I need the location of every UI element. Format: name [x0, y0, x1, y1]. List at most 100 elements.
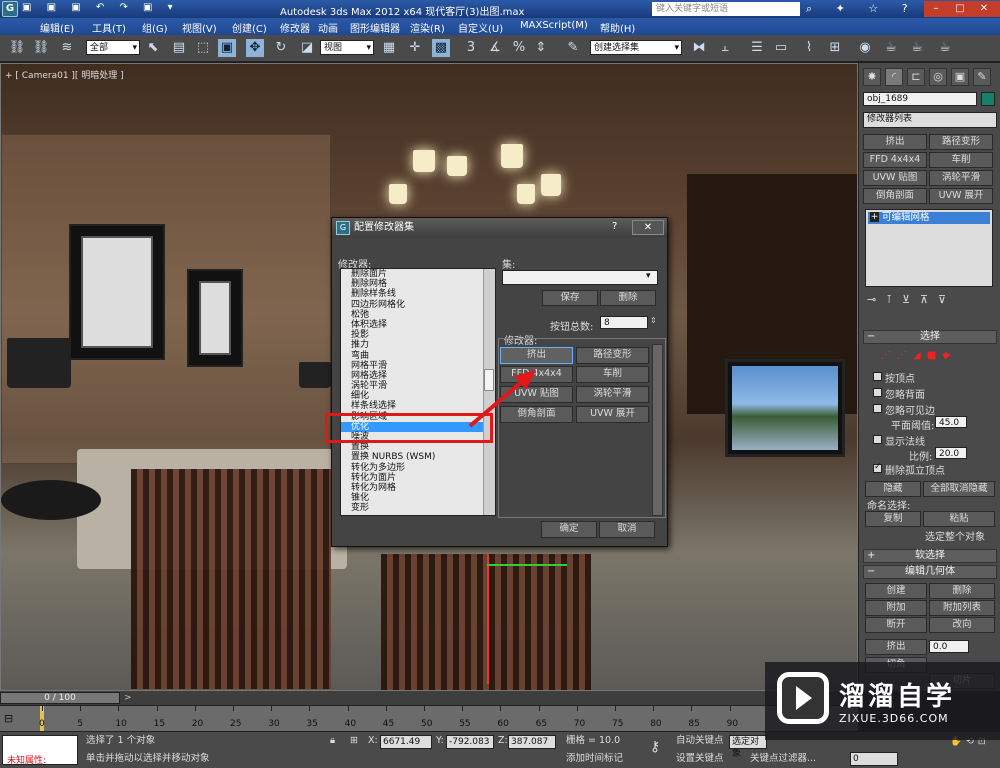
time-slider[interactable]: 0 / 100 — [0, 692, 120, 704]
motion-tab-icon[interactable]: ◎ — [929, 68, 947, 86]
cancel-button[interactable]: 取消 — [599, 521, 655, 538]
align-icon[interactable]: ⫠ — [716, 39, 734, 57]
ignore-backfacing-checkbox[interactable] — [873, 388, 882, 397]
modifier-list[interactable]: 删除面片 删除网格 删除样条线 四边形网格化 松弛 体积选择 投影 推力 弯曲 网格平滑 网格选择涡… — [340, 268, 496, 516]
render-setup-icon[interactable]: ☕ — [882, 39, 900, 57]
select-by-name-icon[interactable]: ▤ — [170, 39, 188, 57]
soft-selection-rollout[interactable]: + 软选择 — [863, 549, 997, 563]
copy-button[interactable]: 复制 — [865, 511, 921, 527]
buttons-scrollbar[interactable] — [652, 344, 663, 516]
delete-button[interactable]: 删除 — [929, 583, 995, 599]
graphite-ribbon-icon[interactable]: ▭ — [772, 39, 790, 57]
save-set-button[interactable]: 保存 — [542, 290, 598, 306]
set-button-turbosmooth[interactable]: 涡轮平滑 — [576, 386, 649, 403]
menu-rendering[interactable]: 渲染(R) — [410, 20, 445, 35]
menu-create[interactable]: 创建(C) — [232, 20, 267, 35]
named-selection-dropdown[interactable]: 创建选择集 — [590, 40, 682, 56]
modifier-list-item[interactable]: 置换 — [341, 442, 495, 452]
turn-button[interactable]: 改向 — [929, 617, 995, 633]
modifier-list-item[interactable]: 网格平滑 — [341, 361, 495, 371]
set-button-lathe[interactable]: 车削 — [576, 366, 649, 383]
modifier-list-item[interactable]: 变形 — [341, 503, 495, 513]
modifier-list-dropdown[interactable]: 修改器列表 — [863, 112, 997, 128]
current-frame-field[interactable]: 0 — [850, 752, 898, 766]
quick-ffd-button[interactable]: FFD 4x4x4 — [863, 152, 927, 168]
planar-threshold-field[interactable]: 45.0 — [935, 416, 967, 428]
delete-set-button[interactable]: 删除 — [600, 290, 656, 306]
modifier-list-item[interactable]: 投影 — [341, 330, 495, 340]
selected-filter-dropdown[interactable]: 选定对象 — [729, 735, 767, 759]
modifier-list-scrollbar[interactable] — [483, 269, 495, 515]
set-button-ffd[interactable]: FFD 4x4x4 — [500, 366, 573, 383]
delete-isolated-checkbox[interactable] — [873, 462, 882, 473]
maximize-button[interactable]: □ — [948, 1, 972, 17]
maxscript-listener[interactable]: 未知属性: — [2, 735, 78, 766]
rect-selection-icon[interactable]: ⬚ — [194, 39, 212, 57]
modifier-list-item[interactable]: 体积选择 — [341, 320, 495, 330]
modifier-list-item[interactable]: 松弛 — [341, 310, 495, 320]
select-scale-icon[interactable]: ◪ — [298, 39, 316, 57]
transform-gizmo-x[interactable] — [487, 564, 567, 566]
transform-gizmo-y[interactable] — [487, 554, 489, 684]
sets-dropdown-arrow-icon[interactable]: ▾ — [646, 271, 651, 281]
total-buttons-field[interactable]: 8 — [600, 316, 648, 329]
pivot-center-icon[interactable]: ▦ — [380, 39, 398, 57]
snaps-toggle-icon[interactable]: 3 — [462, 39, 480, 57]
menu-group[interactable]: 组(G) — [142, 20, 168, 35]
subobject-level-icons[interactable]: ⋰⋰◢■◆ — [881, 350, 981, 362]
lock-selection-icon[interactable]: 🔒︎ — [330, 734, 335, 748]
set-button-path-deform[interactable]: 路径变形 — [576, 347, 649, 364]
object-color-swatch[interactable] — [981, 92, 995, 106]
menu-customize[interactable]: 自定义(U) — [458, 20, 503, 35]
reference-coordinate-dropdown[interactable]: 视图 — [320, 40, 374, 56]
time-slider-next-icon[interactable]: > — [124, 693, 132, 703]
quick-path-deform-button[interactable]: 路径变形 — [929, 134, 993, 150]
render-production-icon[interactable]: ☕ — [936, 39, 954, 57]
set-button-extrude[interactable]: 挤出 — [500, 347, 573, 364]
modifier-list-item[interactable]: 删除面片 — [341, 269, 495, 279]
stack-tools-icons[interactable]: ⊸⊺⊻⊼⊽ — [867, 293, 993, 307]
quick-bevel-profile-button[interactable]: 倒角剖面 — [863, 188, 927, 204]
spinner-snap-icon[interactable]: ⇕ — [532, 39, 550, 57]
percent-snap-icon[interactable]: % — [510, 39, 528, 57]
total-buttons-spinner-icon[interactable]: ⇕ — [650, 316, 657, 325]
modifier-list-item[interactable]: 弯曲 — [341, 351, 495, 361]
attach-button[interactable]: 附加 — [865, 600, 927, 616]
select-object-icon[interactable]: ⬉ — [144, 39, 162, 57]
menu-animation[interactable]: 动画 — [318, 20, 338, 35]
window-crossing-icon[interactable]: ▣ — [218, 39, 236, 57]
dialog-close-button[interactable]: ✕ — [632, 220, 664, 235]
modifier-list-item[interactable]: 删除网格 — [341, 279, 495, 289]
hierarchy-tab-icon[interactable]: ⊏ — [907, 68, 925, 86]
key-filters-button[interactable]: 关键点过滤器... — [750, 752, 816, 766]
app-logo-icon[interactable]: G — [2, 1, 18, 17]
close-button[interactable]: ✕ — [972, 1, 996, 17]
selection-filter-dropdown[interactable]: 全部 — [86, 40, 140, 56]
menu-graph-editors[interactable]: 图形编辑器 — [350, 20, 400, 35]
quick-access-toolbar[interactable]: ▣ ▣ ▣ ↶ ↷ ▣ ▾ — [22, 2, 179, 13]
modifier-list-item[interactable]: 转化为多边形 — [341, 463, 495, 473]
quick-unwrap-uvw-button[interactable]: UVW 展开 — [929, 188, 993, 204]
extrude-button[interactable]: 挤出 — [865, 639, 927, 655]
keyboard-shortcut-override-icon[interactable]: ▩ — [432, 39, 450, 57]
paste-button[interactable]: 粘贴 — [923, 511, 995, 527]
edit-named-selection-icon[interactable]: ✎ — [564, 39, 582, 57]
viewport-label[interactable]: + [ Camera01 ][ 明暗处理 ] — [5, 68, 124, 81]
set-button-unwrap-uvw[interactable]: UVW 展开 — [576, 406, 649, 423]
menu-maxscript[interactable]: MAXScript(M) — [520, 20, 588, 31]
menu-edit[interactable]: 编辑(E) — [40, 20, 74, 35]
absolute-mode-icon[interactable]: ⊞ — [350, 734, 358, 748]
edit-geometry-rollout[interactable]: − 编辑几何体 — [863, 565, 997, 579]
x-coordinate-field[interactable]: 6671.49 — [380, 735, 432, 749]
modifier-list-item[interactable]: 删除样条线 — [341, 289, 495, 299]
dialog-help-button[interactable]: ? — [612, 221, 617, 232]
detach-button[interactable]: 断开 — [865, 617, 927, 633]
select-manipulate-icon[interactable]: ✛ — [406, 39, 424, 57]
modifier-list-item[interactable]: 四边形网格化 — [341, 300, 495, 310]
quick-turbosmooth-button[interactable]: 涡轮平滑 — [929, 170, 993, 186]
ignore-visible-edges-checkbox[interactable] — [873, 404, 882, 413]
mini-curve-editor-icon[interactable]: ⊟ — [4, 712, 13, 725]
sets-dropdown[interactable] — [502, 270, 658, 285]
modifier-list-item[interactable]: 转化为网格 — [341, 483, 495, 493]
rendered-frame-icon[interactable]: ☕ — [908, 39, 926, 57]
